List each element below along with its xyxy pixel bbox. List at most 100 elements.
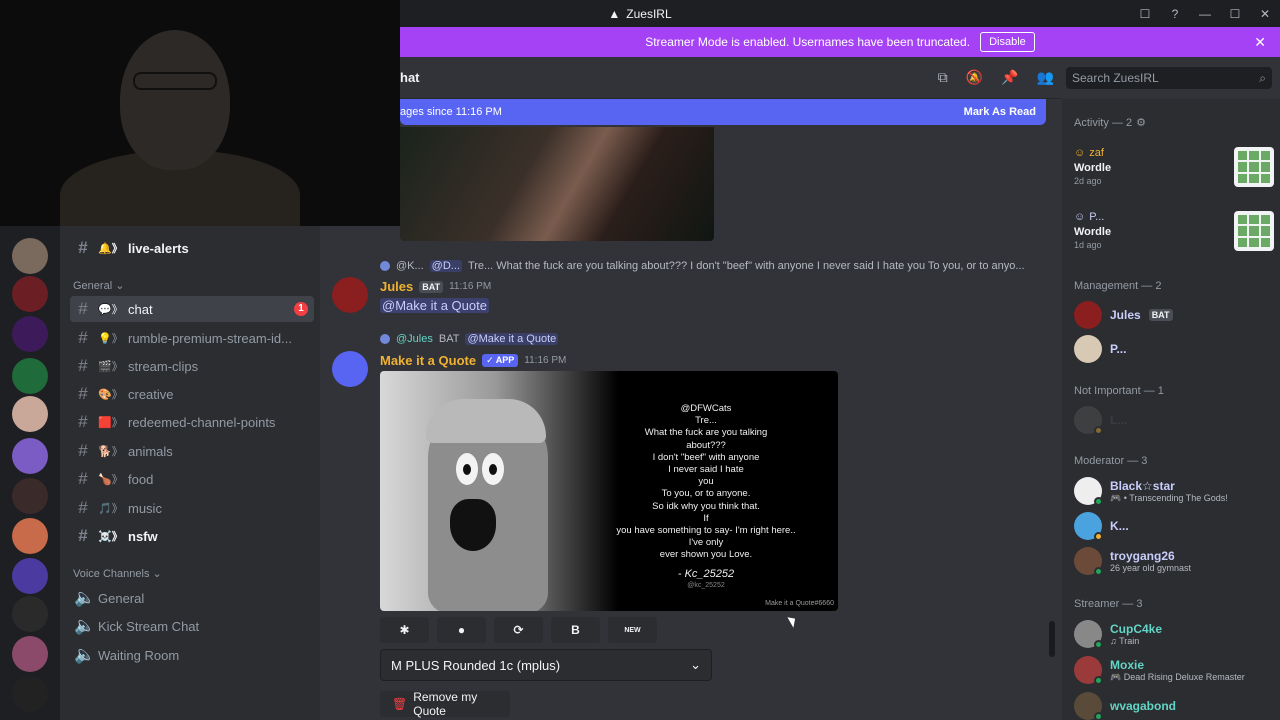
new-messages-text: ages since 11:16 PM <box>400 106 502 118</box>
mute-icon[interactable]: 🔕 <box>966 69 983 86</box>
author-name[interactable]: Make it a Quote <box>380 353 476 368</box>
member-item[interactable]: P... <box>1074 332 1274 366</box>
reply-preview[interactable]: @Jules BAT @Make it a Quote <box>380 333 780 345</box>
voice-channel-general[interactable]: 🔈 General <box>70 585 314 611</box>
remove-quote-button[interactable]: 🗑 Remove my Quote <box>380 690 510 718</box>
category-voice[interactable]: Voice Channels ⌄ <box>73 567 162 580</box>
reply-mention: @D... <box>429 260 462 272</box>
banner-text: Streamer Mode is enabled. Usernames have… <box>645 35 971 49</box>
channel-food[interactable]: # 🍗》 food <box>70 466 314 492</box>
quote-line: I never said I hate <box>668 464 744 476</box>
server-icon[interactable] <box>12 558 48 594</box>
regenerate-button[interactable]: ⟳ <box>494 617 543 643</box>
channel-music[interactable]: # 🎵》 music <box>70 495 314 521</box>
maximize-button[interactable]: ☐ <box>1220 7 1250 21</box>
mark-as-read-button[interactable]: Mark As Read <box>964 106 1036 118</box>
search-input[interactable]: Search ZuesIRL ⌕ <box>1066 67 1272 89</box>
server-icon[interactable] <box>12 316 48 352</box>
members-icon[interactable]: 👥 <box>1037 69 1054 86</box>
server-icon[interactable] <box>12 238 48 274</box>
pin-icon[interactable]: 📌 <box>1001 69 1018 86</box>
minimize-button[interactable]: — <box>1190 7 1220 21</box>
server-icon[interactable] <box>12 636 48 672</box>
quote-footer: Make it a Quote#6660 <box>765 600 834 607</box>
channel-rumble-premium[interactable]: # 💡》 rumble-premium-stream-id... <box>70 325 314 351</box>
category-label: Voice Channels <box>73 568 150 580</box>
disable-button[interactable]: Disable <box>980 32 1035 52</box>
server-icon[interactable] <box>12 396 48 432</box>
member-info: Black☆star 🎮 • Transcending The Gods! <box>1110 479 1228 504</box>
voice-channel-label: Waiting Room <box>98 647 180 663</box>
quote-line: I don't "beef" with anyone <box>652 451 760 463</box>
member-item[interactable]: K... <box>1074 509 1274 543</box>
quote-line: Tre... <box>695 415 717 427</box>
member-item[interactable]: troygang26 26 year old gymnast <box>1074 544 1274 578</box>
color-button[interactable]: ● <box>437 617 486 643</box>
status-dot <box>1094 640 1103 649</box>
channel-chat[interactable]: # 💬》 chat 1 <box>70 296 314 322</box>
member-item[interactable]: Black☆star 🎮 • Transcending The Gods! <box>1074 474 1274 508</box>
window-controls: ☐ ? — ☐ ✕ <box>1130 0 1280 27</box>
activity-card[interactable]: ☺ P... Wordle 1d ago <box>1074 211 1274 267</box>
message-mention[interactable]: @Make it a Quote <box>380 298 489 313</box>
member-item[interactable]: Moxie 🎮 Dead Rising Deluxe Remaster <box>1074 653 1274 687</box>
channel-redeemed-points[interactable]: # 🟥》 redeemed-channel-points <box>70 409 314 435</box>
member-item[interactable]: L... <box>1074 403 1274 437</box>
scrollbar[interactable] <box>1049 621 1055 657</box>
quote-action-buttons: ✱ ● ⟳ B NEW <box>380 617 657 643</box>
new-button[interactable]: NEW <box>608 617 657 643</box>
server-icon[interactable] <box>12 478 48 514</box>
server-icon[interactable] <box>12 676 48 712</box>
style-button[interactable]: ✱ <box>380 617 429 643</box>
member-item[interactable]: wvagabond <box>1074 689 1274 720</box>
help-icon[interactable]: ? <box>1160 7 1190 21</box>
close-window-button[interactable]: ✕ <box>1250 7 1280 21</box>
font-select[interactable]: M PLUS Rounded 1c (mplus) ⌄ <box>380 649 712 681</box>
hash-icon: # <box>78 498 88 517</box>
channel-label: music <box>128 500 162 516</box>
inbox-icon[interactable]: ☐ <box>1130 7 1160 21</box>
webcam-person-head <box>120 30 230 170</box>
bold-button[interactable]: B <box>551 617 600 643</box>
close-banner-icon[interactable]: ✕ <box>1254 34 1266 51</box>
hash-icon: # <box>78 299 88 318</box>
member-item[interactable]: CupC4ke ♫ Train <box>1074 617 1274 651</box>
channel-nsfw[interactable]: # ☠️》 nsfw <box>70 523 314 549</box>
server-icon[interactable] <box>12 518 48 554</box>
channel-creative[interactable]: # 🎨》 creative <box>70 381 314 407</box>
discord-window: ▲ ZuesIRL ☐ ? — ☐ ✕ Streamer Mode is ena… <box>0 0 1280 720</box>
threads-icon[interactable]: ⧉ <box>938 69 948 86</box>
channel-live-alerts[interactable]: # 🔔》 live-alerts <box>70 235 314 261</box>
server-icon[interactable] <box>12 276 48 312</box>
author-name[interactable]: Jules <box>380 279 413 294</box>
role-header: Management — 2 <box>1074 280 1162 292</box>
bot-avatar[interactable] <box>332 351 368 387</box>
server-icon[interactable] <box>12 358 48 394</box>
hash-icon: # <box>78 526 88 545</box>
speaker-icon: 🔈 <box>74 588 96 607</box>
channel-header: hat ⧉ 🔕 📌 👥 <box>400 57 1062 99</box>
category-general[interactable]: General ⌄ <box>73 279 124 292</box>
activity-card[interactable]: ☺ zaf Wordle 2d ago <box>1074 147 1274 203</box>
pickle-character <box>426 399 548 611</box>
voice-channel-kick[interactable]: 🔈 Kick Stream Chat <box>70 613 314 639</box>
member-name: Black☆star <box>1110 478 1175 493</box>
chevron-down-icon: ⌄ <box>115 280 125 292</box>
message-author: Make it a Quote ✓ APP 11:16 PM <box>380 353 566 368</box>
server-icon[interactable] <box>12 596 48 632</box>
reply-preview[interactable]: @K... @D... Tre... What the fuck are you… <box>380 260 1040 272</box>
quote-image[interactable]: @DFWCats Tre... What the fuck are you ta… <box>380 371 838 611</box>
jules-avatar[interactable] <box>332 277 368 313</box>
role-header: Streamer — 3 <box>1074 598 1143 610</box>
channel-stream-clips[interactable]: # 🎬》 stream-clips <box>70 353 314 379</box>
gear-icon[interactable]: ⚙ <box>1136 116 1146 129</box>
member-item[interactable]: Jules BAT <box>1074 298 1274 332</box>
voice-channel-waiting[interactable]: 🔈 Waiting Room <box>70 642 314 668</box>
hash-icon: # <box>78 469 88 488</box>
channel-animals[interactable]: # 🐕》 animals <box>70 438 314 464</box>
image-attachment[interactable] <box>400 127 714 241</box>
server-icon[interactable] <box>12 438 48 474</box>
status-dot <box>1094 497 1103 506</box>
new-messages-bar[interactable]: ages since 11:16 PM Mark As Read <box>400 99 1046 125</box>
channel-emoji: 🎨》 <box>98 389 123 401</box>
